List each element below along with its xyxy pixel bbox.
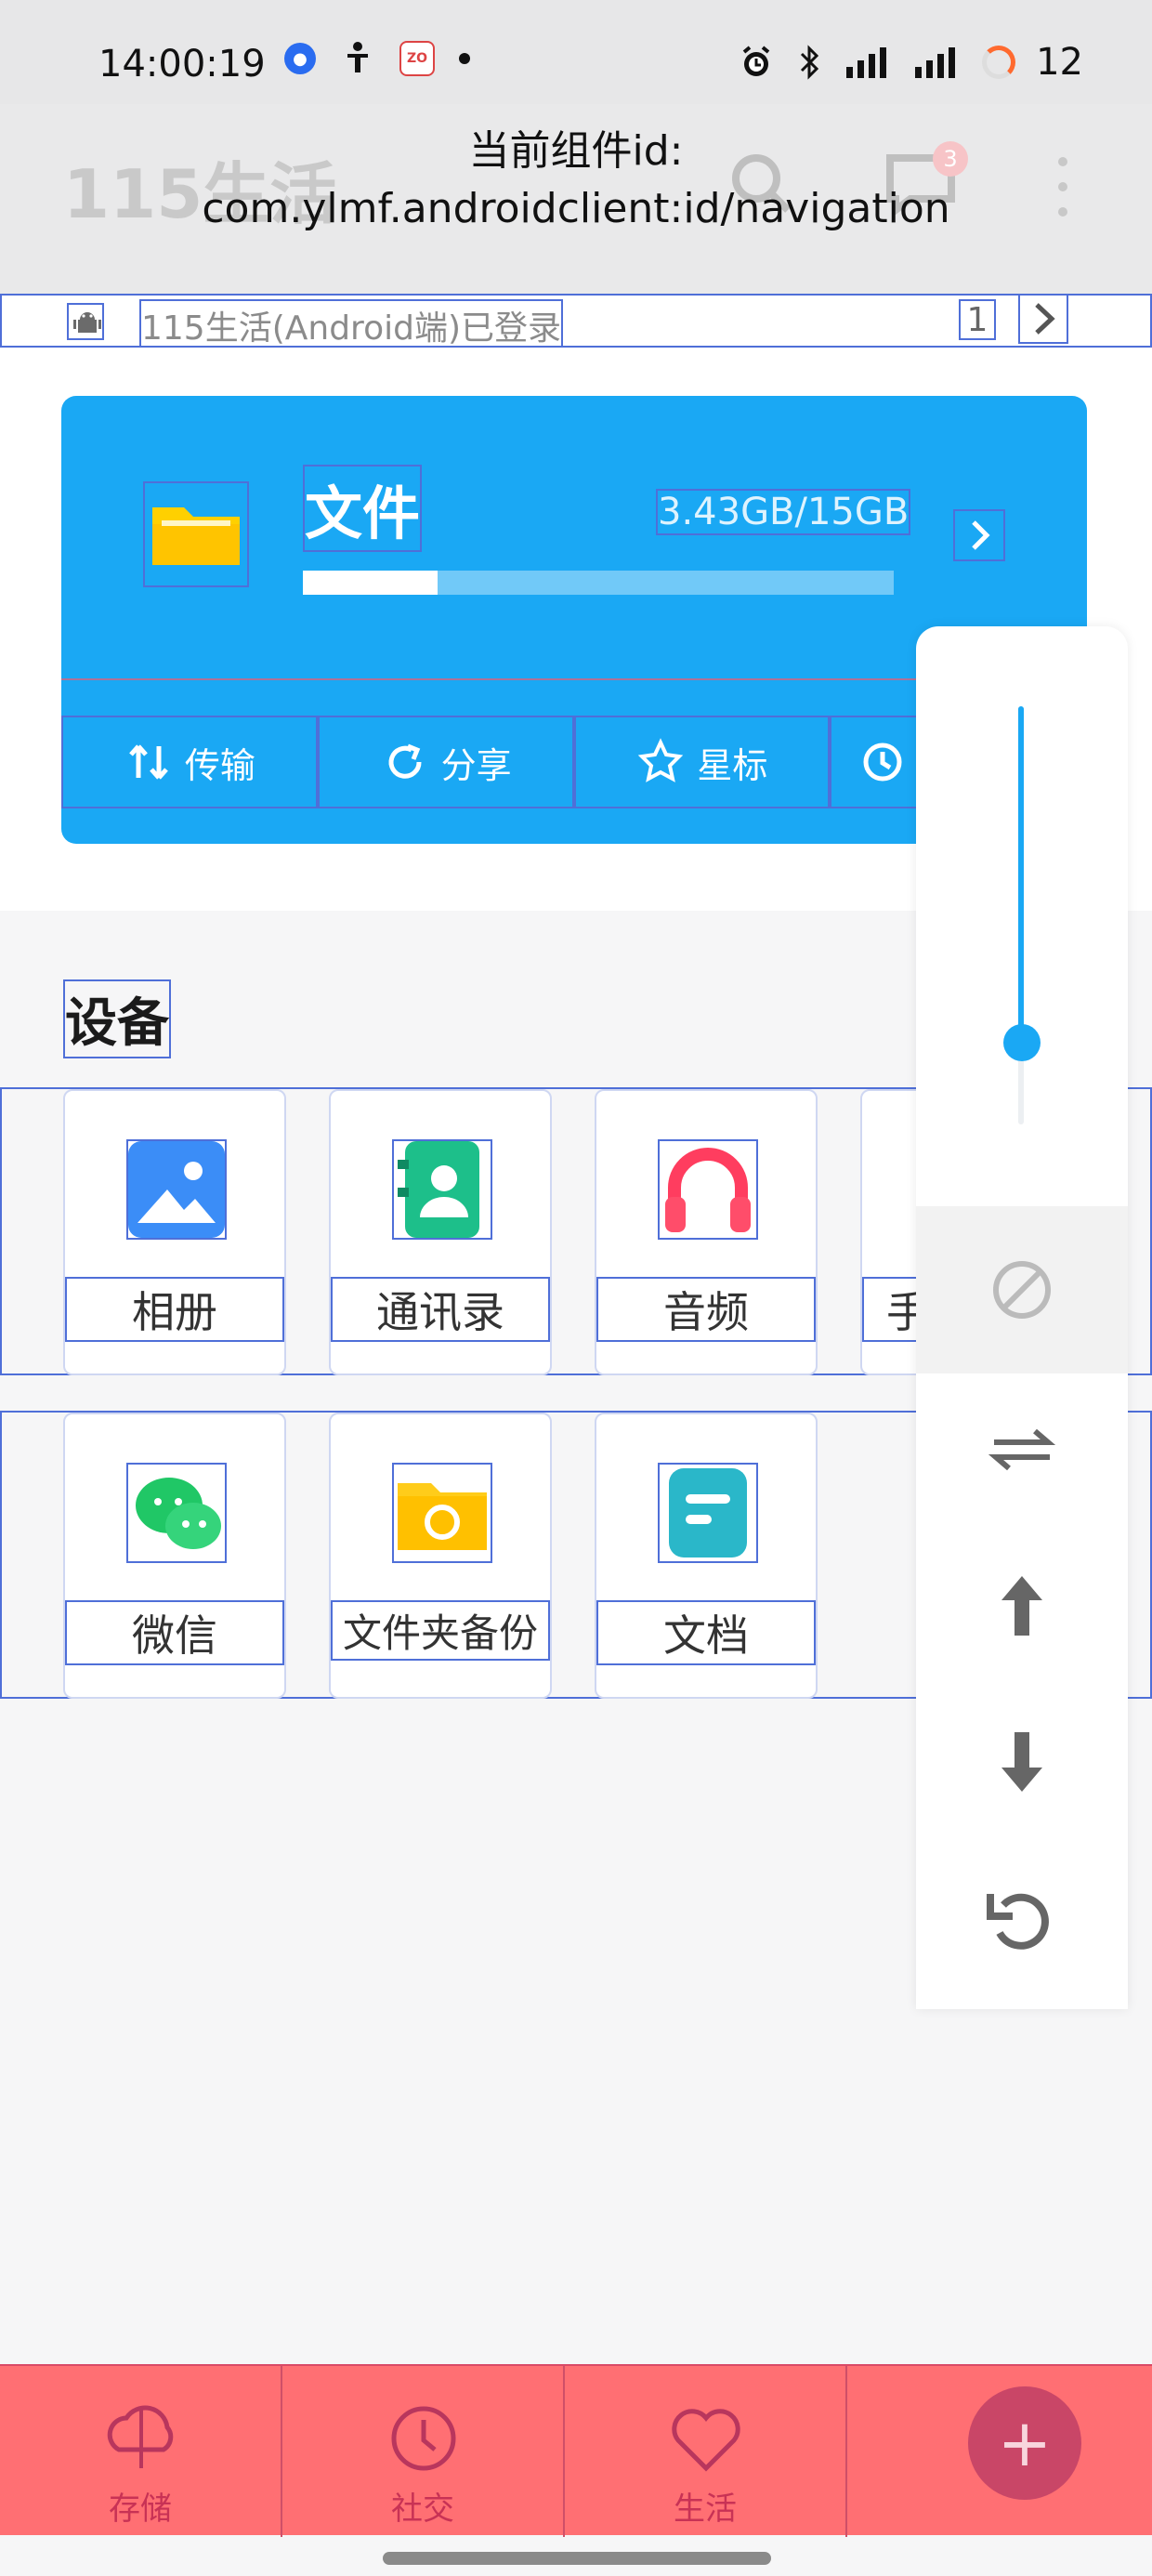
star-icon [638, 738, 684, 782]
arrow-up-icon [1001, 1576, 1042, 1636]
person-icon [347, 42, 368, 72]
status-time: 14:00:19 [98, 43, 266, 85]
chrome-dot-icon: ● [284, 43, 316, 74]
device-tile-wechat[interactable]: 微信 [63, 1413, 286, 1699]
storage-text: 3.43GB/15GB [656, 489, 911, 535]
nav-label-social: 社交 [391, 2491, 454, 2528]
history-icon [863, 743, 902, 782]
share-icon [388, 743, 422, 779]
scroll-up-button[interactable] [981, 1565, 1063, 1647]
file-title: 文件 [303, 465, 423, 552]
audio-icon [658, 1139, 758, 1240]
add-fab-button[interactable]: + [968, 2386, 1081, 2500]
tab-transfer[interactable]: 传输 [61, 716, 318, 808]
component-id-label: 当前组件id: [468, 127, 684, 175]
tab-share-label: 分享 [440, 744, 512, 786]
device-tile-photos[interactable]: 相册 [63, 1089, 286, 1375]
status-right-icons: 12 [739, 41, 1083, 84]
dot-icon [459, 53, 470, 64]
slider-fill [1018, 706, 1024, 1041]
bluetooth-icon [801, 45, 819, 80]
scroll-down-button[interactable] [981, 1721, 1063, 1803]
component-id-overlay: 当前组件id: com.ylmf.androidclient:id/naviga… [0, 123, 1152, 238]
contacts-icon [392, 1139, 492, 1240]
battery-ring-icon [982, 46, 1016, 79]
photo-icon [126, 1139, 227, 1240]
login-arrow-button[interactable] [1018, 294, 1068, 344]
tab-star-label: 星标 [697, 744, 768, 786]
battery-level: 12 [1036, 41, 1083, 84]
storage-progress-track [303, 571, 894, 595]
cloud-storage-icon [107, 2405, 174, 2468]
nav-item-storage[interactable]: 存储 [0, 2366, 282, 2537]
wechat-icon [126, 1463, 227, 1563]
login-status-text: 115生活(Android端)已登录 [139, 299, 563, 351]
slider-thumb[interactable] [1003, 1024, 1041, 1061]
tile-label-wechat: 微信 [65, 1600, 284, 1665]
folder-backup-icon [392, 1463, 492, 1563]
clock-icon [391, 2406, 456, 2471]
swap-button[interactable] [981, 1409, 1063, 1491]
transfer-icon [128, 744, 168, 780]
android-icon [67, 303, 104, 340]
device-tile-audio[interactable]: 音频 [595, 1089, 818, 1375]
tab-star[interactable]: 星标 [573, 716, 831, 808]
tile-label-audio: 音频 [596, 1277, 816, 1342]
device-tile-contacts[interactable]: 通讯录 [329, 1089, 552, 1375]
tab-share[interactable]: 分享 [317, 716, 574, 808]
chevron-right-icon [1035, 303, 1055, 335]
heart-icon [672, 2409, 740, 2472]
tile-label-photos: 相册 [65, 1277, 284, 1342]
tile-label-folder-backup: 文件夹备份 [331, 1600, 550, 1661]
login-count: 1 [959, 299, 996, 340]
tile-label-documents: 文档 [596, 1600, 816, 1665]
device-tile-folder-backup[interactable]: 文件夹备份 [329, 1413, 552, 1699]
folder-icon [143, 481, 249, 587]
devices-title: 设备 [63, 979, 171, 1058]
document-icon [658, 1463, 758, 1563]
nav-item-social[interactable]: 社交 [282, 2366, 565, 2537]
swap-icon [988, 1428, 1056, 1471]
nav-item-life[interactable]: 生活 [565, 2366, 847, 2537]
device-tile-documents[interactable]: 文档 [595, 1413, 818, 1699]
tab-transfer-label: 传输 [184, 744, 255, 786]
component-id-value: com.ylmf.androidclient:id/navigation [202, 185, 950, 232]
app-badge-icon: ZO [399, 41, 435, 76]
storage-progress-fill [303, 571, 439, 595]
signal-icon [915, 47, 956, 78]
alarm-icon [742, 46, 770, 76]
nav-label-life: 生活 [674, 2491, 737, 2528]
file-arrow-button[interactable] [953, 509, 1005, 561]
refresh-icon [987, 1893, 1049, 1950]
tile-label-contacts: 通讯录 [331, 1277, 550, 1342]
home-indicator[interactable] [383, 2552, 771, 2565]
plus-icon: + [997, 2405, 1053, 2481]
nav-label-storage: 存储 [109, 2491, 172, 2528]
refresh-button[interactable] [981, 1877, 1063, 1959]
signal-icon [846, 47, 887, 78]
arrow-down-icon [1001, 1732, 1042, 1792]
block-button[interactable] [981, 1249, 1063, 1331]
chevron-right-icon [972, 520, 990, 550]
status-left-icons: ● ZO [284, 41, 470, 76]
block-icon [993, 1261, 1051, 1319]
